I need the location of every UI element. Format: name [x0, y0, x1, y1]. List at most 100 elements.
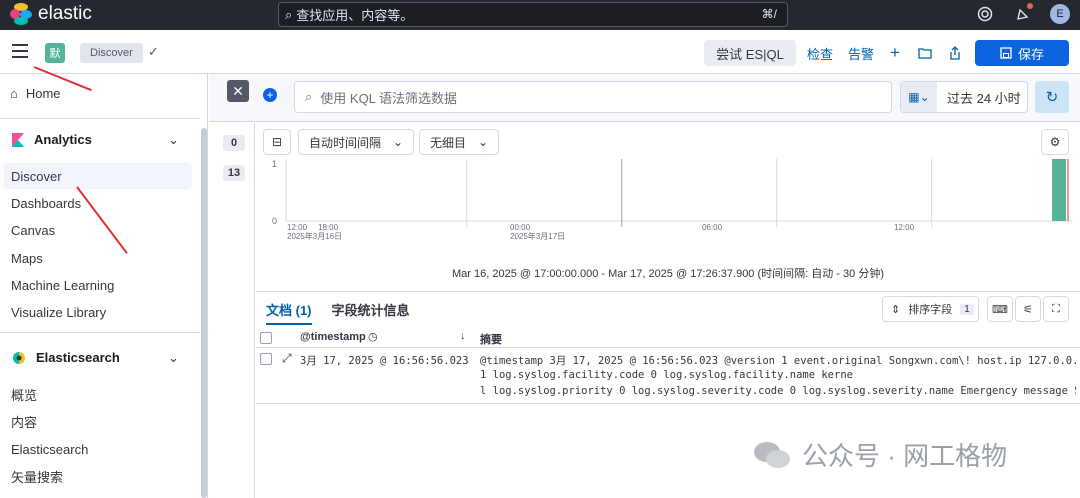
close-icon[interactable]: ✕ — [227, 80, 249, 102]
sort-label: 排序字段 — [908, 304, 953, 316]
search-icon: ⌕ — [305, 89, 313, 104]
app-header: 默 Discover ✓ 尝试 ES|QL 检查 告警 + 保存 — [0, 30, 1080, 74]
display-settings-icon[interactable]: ⚟ — [1015, 296, 1041, 322]
nav-item-discover[interactable]: Discover — [4, 163, 192, 189]
time-range-label: 过去 24 小时 — [947, 90, 1021, 106]
tab-documents[interactable]: 文档 (1) — [266, 300, 312, 325]
save-label: 保存 — [1017, 46, 1044, 62]
nav-item-dashboards[interactable]: Dashboards — [4, 190, 192, 216]
chevron-down-icon: ⌄ — [478, 135, 489, 149]
new-icon[interactable]: + — [890, 40, 900, 66]
save-button[interactable]: 保存 — [975, 40, 1069, 66]
table-header: @timestamp ◷ ↓ 摘要 — [256, 328, 1080, 348]
time-picker[interactable]: ▦⌄ 过去 24 小时 — [900, 81, 1028, 113]
chevron-down-icon: ⌄ — [393, 135, 404, 149]
field-list-collapsed: 0 13 — [209, 123, 255, 498]
x-tick-label: 18:00 — [318, 223, 339, 232]
kibana-icon — [12, 132, 24, 147]
notification-dot — [1027, 3, 1033, 9]
search-icon: ⌕ — [285, 6, 293, 22]
breadcrumb[interactable]: Discover — [80, 43, 143, 63]
open-folder-icon[interactable] — [918, 40, 932, 66]
expand-row-icon[interactable]: ⤢ — [282, 351, 292, 366]
nav-item-overview[interactable]: 概览 — [4, 381, 192, 407]
add-filter-icon[interactable]: + — [263, 88, 277, 102]
row-summary-line: l log.syslog.priority 0 log.syslog.sever… — [480, 385, 1076, 397]
user-avatar[interactable]: E — [1050, 4, 1070, 24]
chevron-down-icon[interactable]: ⌄ — [168, 350, 179, 366]
sort-count-badge: 1 — [960, 303, 974, 315]
x-tick-label: 12:00 — [894, 223, 915, 232]
tab-field-statistics[interactable]: 字段统计信息 — [332, 300, 410, 325]
nav-group-elasticsearch[interactable]: Elasticsearch — [12, 350, 120, 365]
histogram-bar[interactable] — [1052, 159, 1067, 221]
inspect-link[interactable]: 检查 — [807, 40, 833, 66]
nav-group-label: Elasticsearch — [36, 350, 120, 365]
nav-item-vector-search[interactable]: 矢量搜索 — [4, 463, 192, 489]
table-row[interactable]: ⤢ 3月 17, 2025 @ 16:56:56.023 @timestamp … — [256, 348, 1080, 404]
chevron-down-icon[interactable]: ✓ — [148, 44, 159, 60]
sort-desc-icon[interactable]: ↓ — [460, 330, 466, 342]
home-icon: ⌂ — [10, 86, 18, 101]
search-placeholder: 查找应用、内容等。 — [296, 8, 414, 23]
y-tick-label: 1 — [272, 159, 278, 169]
elastic-logo-icon — [10, 3, 32, 25]
sidebar-scrollbar[interactable] — [201, 128, 207, 498]
kql-placeholder: 使用 KQL 语法筛选数据 — [320, 90, 458, 106]
alerts-link[interactable]: 告警 — [848, 40, 874, 66]
help-icon[interactable] — [974, 3, 996, 25]
x-tick-label: 06:00 — [702, 223, 723, 232]
wechat-icon — [754, 441, 790, 468]
global-search-input[interactable]: ⌕ 查找应用、内容等。 ⌘/ — [278, 2, 788, 27]
side-nav: ⌂ Home Analytics ⌄ Discover Dashboards C… — [0, 74, 208, 498]
nav-item-canvas[interactable]: Canvas — [4, 217, 192, 243]
nav-group-label: Analytics — [34, 132, 92, 147]
save-icon — [1000, 47, 1012, 59]
brand-name: elastic — [38, 3, 92, 24]
breakdown-select[interactable]: 无细目 ⌄ — [419, 129, 500, 155]
nav-item-machine-learning[interactable]: Machine Learning — [4, 272, 192, 298]
nav-item-elasticsearch[interactable]: Elasticsearch — [4, 436, 192, 462]
nav-item-visualize-library[interactable]: Visualize Library — [4, 299, 192, 325]
chevron-down-icon[interactable]: ⌄ — [168, 132, 179, 148]
elastic-logo[interactable]: elastic — [10, 3, 92, 25]
field-count-badge: 13 — [223, 165, 245, 181]
nav-home[interactable]: ⌂ Home — [10, 86, 61, 101]
search-shortcut: ⌘/ — [761, 7, 777, 21]
nav-item-maps[interactable]: Maps — [4, 245, 192, 271]
refresh-icon[interactable]: ↻ — [1035, 81, 1069, 113]
toggle-chart-icon[interactable]: ⊟ — [263, 129, 291, 155]
query-bar: ✕ + ⌕ 使用 KQL 语法筛选数据 ▦⌄ 过去 24 小时 ↻ — [209, 74, 1080, 122]
row-summary-line: @timestamp 3月 17, 2025 @ 16:56:56.023 @v… — [480, 355, 1076, 367]
clock-icon: ◷ — [368, 331, 378, 343]
esql-button[interactable]: 尝试 ES|QL — [704, 40, 796, 66]
nav-item-content[interactable]: 内容 — [4, 408, 192, 434]
chart-options-icon[interactable]: ⚙ — [1041, 129, 1069, 155]
sort-fields-button[interactable]: ⇕ 排序字段 1 — [882, 296, 979, 322]
share-icon[interactable] — [949, 40, 961, 66]
histogram-svg — [285, 159, 1072, 227]
space-avatar[interactable]: 默 — [45, 43, 65, 63]
column-header-timestamp[interactable]: @timestamp — [300, 331, 366, 343]
fullscreen-icon[interactable]: ⛶ — [1043, 296, 1069, 322]
discover-main: ✕ + ⌕ 使用 KQL 语法筛选数据 ▦⌄ 过去 24 小时 ↻ 0 13 ⊟… — [209, 74, 1080, 498]
watermark: 公众号 · 网工格物 — [752, 436, 1007, 473]
row-checkbox[interactable] — [260, 353, 272, 365]
sort-icon: ⇕ — [891, 303, 901, 316]
nav-home-label: Home — [25, 86, 61, 101]
interval-select[interactable]: 自动时间间隔 ⌄ — [298, 129, 415, 155]
select-all-checkbox[interactable] — [260, 332, 272, 344]
x-tick-label: 00:00 2025年3月17日 — [510, 223, 566, 241]
kql-search-input[interactable]: ⌕ 使用 KQL 语法筛选数据 — [294, 81, 892, 113]
top-bar: elastic ⌕ 查找应用、内容等。 ⌘/ E — [0, 0, 1080, 30]
calendar-icon[interactable]: ▦⌄ — [901, 82, 937, 112]
divider — [0, 332, 200, 333]
breakdown-label: 无细目 — [430, 135, 467, 150]
keyboard-icon[interactable]: ⌨ — [987, 296, 1013, 322]
watermark-text: 公众号 · 网工格物 — [802, 441, 1008, 471]
menu-toggle-icon[interactable] — [12, 44, 28, 58]
time-range-caption: Mar 16, 2025 @ 17:00:00.000 - Mar 17, 20… — [452, 268, 884, 280]
nav-group-analytics[interactable]: Analytics — [12, 132, 92, 147]
news-feed-icon[interactable] — [1012, 3, 1034, 25]
divider — [0, 118, 200, 119]
